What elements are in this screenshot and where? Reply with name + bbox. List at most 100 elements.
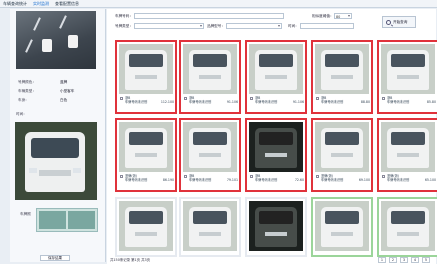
van-windshield [325,132,359,145]
result-tile[interactable]: 浙B 车牌号码未识别 85.80 [377,40,437,114]
vehicle-photo [381,201,435,251]
vehicle-photo [119,44,173,94]
vehicle-photo [119,201,173,251]
van-grill [265,75,287,79]
plate-thumb[interactable] [68,211,95,229]
plate-filter-label: 车牌号码： [115,14,133,18]
filter-bar: 车牌号码： 相似度阈值： 80 号牌类型： 品牌型号： 时间： 开始查询 [112,11,432,41]
result-tile[interactable]: 浙B 车牌号码未识别 79.101 [179,118,241,192]
time-filter-label: 时间： [288,24,299,28]
tile-meta: 浙B 车牌号码未识别 79.101 [184,174,238,182]
page-button[interactable]: 2 [389,256,397,263]
vehicle-photo [249,201,303,251]
tile-score: 69.100 [358,178,370,182]
van-grill [331,75,353,79]
tile-meta: 浙B 车牌号码未识别 72.60 [250,174,304,182]
tile-score: 85.80 [426,100,436,104]
van-grill [265,153,287,157]
result-tile[interactable] [245,197,307,257]
pagination-bar: 共150条记录 第1页 共3页 1 2 3 4 5 [110,256,430,263]
type-filter-select[interactable] [134,23,204,29]
result-tile[interactable] [377,197,437,257]
vehicle-photo [381,122,435,172]
type-filter-label: 号牌类型： [115,24,133,28]
van-windshield [193,132,227,145]
result-tile[interactable] [311,197,373,257]
page-button[interactable]: 5 [422,256,430,263]
result-tile[interactable]: 蓝牌(浙) 车牌号码未识别 69.100 [311,118,373,192]
van-windshield [325,54,359,67]
menu-item-query[interactable]: 车辆查询统计 [3,1,27,7]
field-plate-color: 号牌颜色： 蓝牌 [18,80,68,84]
brand-filter-label: 品牌型号： [207,24,225,28]
vehicle-photo [381,44,435,94]
tile-score: 91.106 [292,100,304,104]
result-tile[interactable]: 浙B 车牌号码未识别 91.106 [179,40,241,114]
result-tile[interactable]: 蓝牌(浙) 车牌号码未识别 86.190 [115,118,177,192]
tile-meta: 蓝牌(浙) 车牌号码未识别 65.100 [382,174,436,182]
result-tile[interactable]: 浙B 车牌号码未识别 72.60 [245,118,307,192]
result-tile[interactable]: 浙B 车牌号码未识别 88.80 [311,40,373,114]
result-tile[interactable]: 浙B 车牌号码未识别 91.106 [245,40,307,114]
van-grill [135,153,157,157]
field-time: 时间： [16,112,27,116]
result-tile[interactable]: 浙B 车牌号码未识别 112.100 [115,40,177,114]
tile-meta: 蓝牌(浙) 车牌号码未识别 69.100 [316,174,370,182]
vehicle-photo [183,44,237,94]
plate-thumbnails[interactable] [36,208,98,232]
pagination-summary: 共150条记录 第1页 共3页 [110,258,151,262]
result-tile[interactable] [115,197,177,257]
menu-item-monitor[interactable]: 实时监测 [33,1,49,7]
road-surface [16,11,96,69]
traffic-scene-image[interactable] [16,11,96,69]
van-windshield [391,211,425,224]
van-grill [135,232,157,236]
car-in-scene [42,39,52,52]
result-tile[interactable] [179,197,241,257]
van-grill [135,75,157,79]
brand-filter-select[interactable] [226,23,282,29]
plate-filter-input[interactable] [134,13,284,19]
selected-vehicle-image[interactable] [15,122,97,200]
van-windshield [193,211,227,224]
van-headlamp [29,168,37,173]
tile-score: 88.80 [360,100,370,104]
vehicle-photo [119,122,173,172]
save-result-button[interactable]: 保存结果 [40,255,70,261]
search-button[interactable]: 开始查询 [382,16,416,28]
tile-score: 72.60 [294,178,304,182]
van-windshield [391,132,425,145]
vehicle-photo [249,122,303,172]
result-tile[interactable]: 蓝牌(浙) 车牌号码未识别 65.100 [377,118,437,192]
van-windshield [391,54,425,67]
van-windshield [259,211,293,224]
page-button[interactable]: 3 [400,256,408,263]
van-windshield [259,132,293,145]
field-vehicle-type: 车辆类型： 小型客车 [18,89,75,93]
search-icon [386,19,391,25]
van-grill [39,170,71,176]
van-windshield [259,54,293,67]
van-grill [397,232,419,236]
page-button[interactable]: 4 [411,256,419,263]
tile-meta: 蓝牌(浙) 车牌号码未识别 86.190 [120,174,174,182]
page-button[interactable]: 1 [378,256,386,263]
plate-thumb[interactable] [39,211,66,229]
similarity-select[interactable]: 80 [334,13,352,19]
vehicle-photo [249,44,303,94]
van-windshield [129,54,163,67]
vehicle-photo [183,122,237,172]
tile-meta: 浙B 车牌号码未识别 112.100 [120,96,174,104]
van-grill [199,75,221,79]
van-grill [331,153,353,157]
menu-item-config[interactable]: 查看配置信息 [55,1,79,7]
tile-meta: 浙B 车牌号码未识别 88.80 [316,96,370,104]
tile-score: 65.100 [424,178,436,182]
plate-label: 车牌照 [20,212,31,216]
van-grill [265,232,287,236]
car-in-scene [68,35,78,48]
time-filter-input[interactable] [300,23,354,29]
tile-meta: 浙B 车牌号码未识别 91.106 [184,96,238,104]
vehicle-photo [315,122,369,172]
vehicle-photo [315,201,369,251]
